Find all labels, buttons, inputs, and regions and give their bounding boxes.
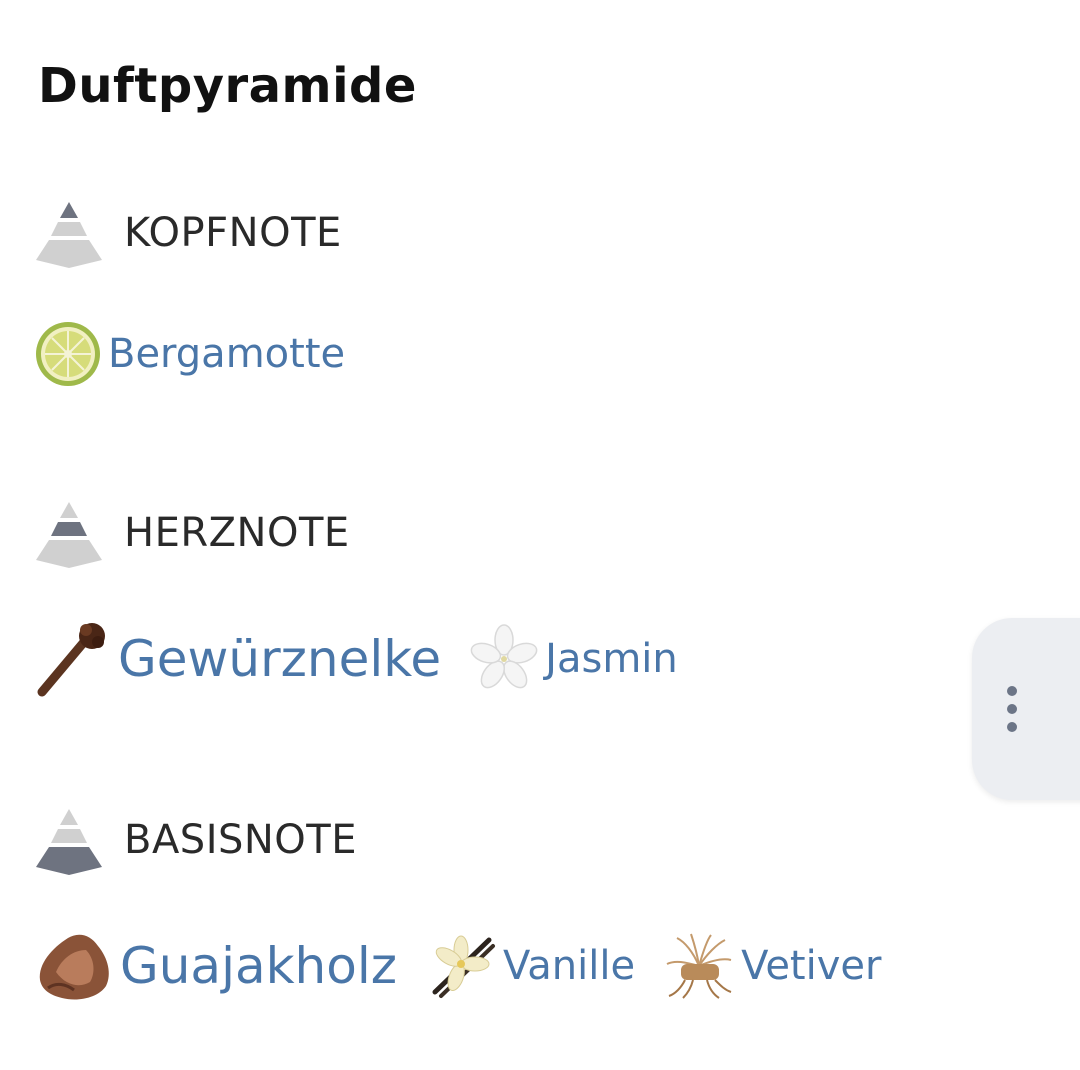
note-vetiver[interactable]: Vetiver <box>663 932 881 1000</box>
fragrance-pyramid-page: Duftpyramide KOPFNOTE Bergamotte HERZNOT… <box>0 0 1080 1070</box>
pyramid-middle-icon <box>36 502 102 568</box>
clove-icon <box>37 623 105 697</box>
pyramid-base-icon <box>36 809 102 875</box>
vetiver-icon <box>666 933 732 999</box>
notes-row-top: Bergamotte <box>34 320 373 388</box>
note-label: Guajakholz <box>120 937 397 995</box>
vanilla-icon <box>432 935 495 998</box>
note-bergamot[interactable]: Bergamotte <box>34 320 345 388</box>
page-title: Duftpyramide <box>38 58 417 114</box>
note-label: Gewürznelke <box>118 630 442 688</box>
pyramid-top-icon <box>36 202 102 268</box>
jasmine-icon <box>470 624 538 689</box>
section-header-base-notes: BASISNOTE <box>34 805 357 875</box>
section-label: HERZNOTE <box>124 510 350 556</box>
notes-row-base: Guajakholz Vanille Vetiver <box>34 928 909 1004</box>
note-label: Vanille <box>502 943 636 989</box>
note-label: Jasmin <box>545 636 678 682</box>
guaiac-wood-icon <box>39 934 109 1000</box>
note-jasmine[interactable]: Jasmin <box>469 624 678 694</box>
note-label: Vetiver <box>741 943 882 989</box>
note-vanilla[interactable]: Vanille <box>425 932 635 1000</box>
section-header-top-notes: KOPFNOTE <box>34 198 342 268</box>
note-clove[interactable]: Gewürznelke <box>34 620 441 698</box>
notes-row-heart: Gewürznelke Jasmin <box>34 620 706 698</box>
section-header-heart-notes: HERZNOTE <box>34 498 350 568</box>
more-vertical-icon <box>1007 682 1017 736</box>
section-label: BASISNOTE <box>124 817 357 863</box>
note-guaiac-wood[interactable]: Guajakholz <box>34 928 397 1004</box>
bergamot-icon <box>36 322 100 386</box>
more-menu-button[interactable] <box>972 618 1080 800</box>
section-label: KOPFNOTE <box>124 210 342 256</box>
note-label: Bergamotte <box>108 331 346 377</box>
